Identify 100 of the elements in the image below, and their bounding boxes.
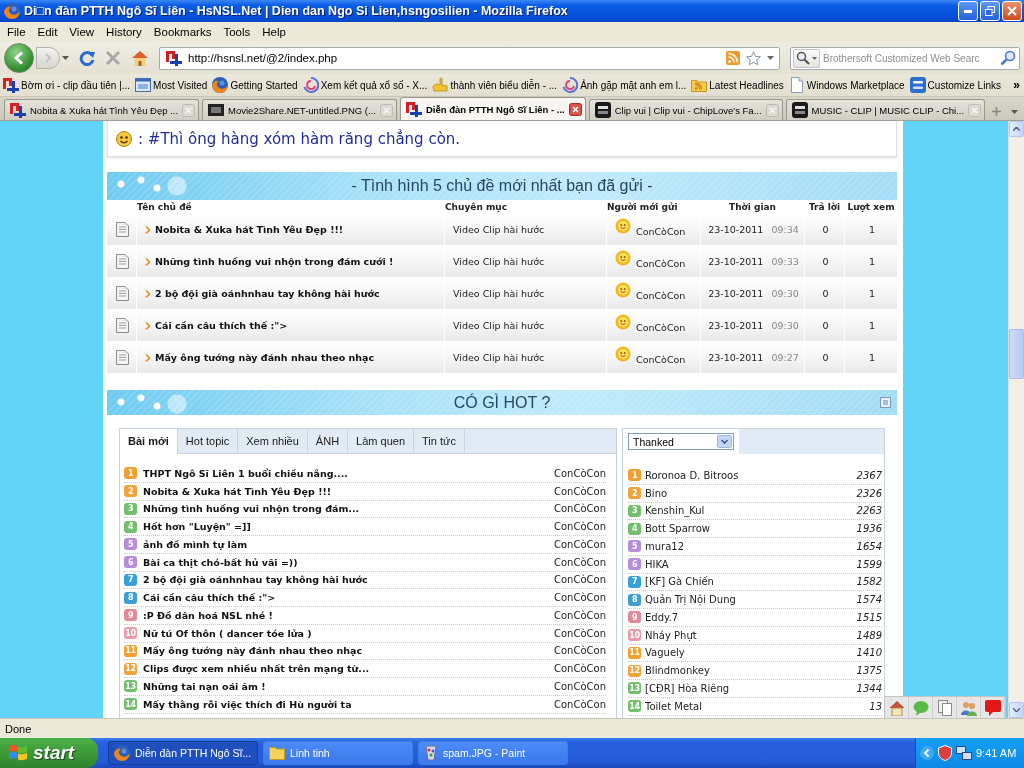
taskbar-button[interactable]: spam.JPG - Paint: [418, 741, 568, 765]
post-link[interactable]: Nobita & Xuka hát Tình Yêu Đẹp !!!: [143, 485, 332, 497]
author-link[interactable]: ConCòCon: [554, 556, 606, 568]
author-link[interactable]: ConCòCon: [554, 503, 606, 515]
browser-tab[interactable]: MUSIC - CLIP | MUSIC CLIP - Chi...: [785, 99, 986, 120]
menu-item[interactable]: History: [100, 26, 148, 38]
post-link[interactable]: Nữ tú Of thôn ( dancer tóe lửa ): [143, 627, 312, 639]
member-link[interactable]: HIKA: [645, 558, 669, 570]
bookmark-item[interactable]: Bờm ơi - clip đầu tiên |...: [3, 77, 131, 93]
scrollbar[interactable]: [1008, 121, 1024, 718]
post-link[interactable]: Cái cần câu thích thế :">: [143, 592, 276, 604]
bookmark-item[interactable]: Getting Started: [212, 77, 298, 93]
panel-tab[interactable]: Tin tức: [414, 429, 465, 453]
post-link[interactable]: Những tai nạn oái ăm !: [143, 680, 266, 692]
post-link[interactable]: Clips được xem nhiều nhất trên mạng từ...: [143, 663, 370, 675]
topic-link[interactable]: Những tình huống vui nhộn trong đám cưới !: [155, 256, 394, 267]
more-bookmarks-button[interactable]: »: [1013, 78, 1020, 92]
member-link[interactable]: Bino: [645, 487, 668, 499]
star-icon[interactable]: [746, 50, 761, 66]
author-link[interactable]: ConCòCon: [554, 485, 606, 497]
username-link[interactable]: ConCòCon: [636, 354, 686, 365]
bookmark-item[interactable]: Windows Marketplace: [788, 77, 905, 93]
network-icon[interactable]: [956, 746, 972, 760]
address-bar[interactable]: http://hsnsl.net/@2/index.php: [159, 46, 780, 70]
author-link[interactable]: ConCòCon: [554, 645, 606, 657]
scroll-down-button[interactable]: [1009, 702, 1024, 718]
menu-item[interactable]: Bookmarks: [147, 26, 218, 38]
scroll-up-button[interactable]: [1009, 121, 1024, 137]
restore-button[interactable]: [980, 1, 1000, 21]
bookmark-item[interactable]: Most Visited: [135, 77, 208, 93]
scrollbar-thumb[interactable]: [1009, 329, 1024, 379]
topic-link[interactable]: 2 bộ đội già oánhnhau tay không hài hước: [155, 288, 380, 299]
panel-tab[interactable]: Làm quen: [348, 429, 415, 453]
member-link[interactable]: Eddy.7: [645, 611, 679, 623]
topic-link[interactable]: Nobita & Xuka hát Tình Yêu Đẹp !!!: [155, 224, 344, 235]
panel-tab[interactable]: Bài mới: [120, 429, 178, 454]
chevron-left-icon[interactable]: [920, 746, 934, 760]
member-link[interactable]: Nháy Phựt: [645, 629, 697, 641]
post-link[interactable]: Bài ca thịt chó-bất hủ vãi =)): [143, 556, 298, 568]
search-bar[interactable]: Brothersoft Customized Web Searc: [790, 46, 1020, 70]
member-link[interactable]: mura12: [645, 540, 685, 552]
author-link[interactable]: ConCòCon: [554, 698, 606, 710]
frame-icon[interactable]: [880, 397, 891, 408]
post-link[interactable]: :P Đồ dân hoá NSL nhé !: [143, 609, 273, 621]
stop-icon[interactable]: [105, 50, 121, 66]
taskbar-button[interactable]: Linh tinh: [263, 741, 413, 765]
plus-icon[interactable]: [992, 107, 1001, 116]
bookmark-item[interactable]: Latest Headlines: [691, 77, 784, 93]
search-engine-button[interactable]: [793, 48, 820, 68]
member-link[interactable]: Quản Trị Nội Dung: [645, 594, 736, 606]
caret-down-icon[interactable]: [1011, 109, 1018, 114]
menu-item[interactable]: Edit: [31, 26, 64, 38]
panel-tab[interactable]: Hot topic: [177, 429, 239, 453]
author-link[interactable]: ConCòCon: [554, 663, 606, 675]
username-link[interactable]: ConCòCon: [636, 226, 686, 237]
search-field[interactable]: Brothersoft Customized Web Searc: [823, 50, 997, 66]
username-link[interactable]: ConCòCon: [636, 258, 686, 269]
post-link[interactable]: Hốt hơn "Luyện" =]]: [143, 521, 251, 533]
bookmark-item[interactable]: Xem kết quả xổ số - X...: [302, 77, 428, 93]
member-link[interactable]: Vaguely: [645, 647, 685, 659]
author-link[interactable]: ConCòCon: [554, 574, 606, 586]
browser-tab[interactable]: Nobita & Xuka hát Tình Yêu Đẹp ...: [4, 99, 200, 120]
bookmark-item[interactable]: thành viên biểu diễn - ...: [432, 77, 558, 93]
member-link[interactable]: Roronoa D. Bitroos: [645, 469, 739, 481]
back-button[interactable]: [4, 43, 34, 73]
member-link[interactable]: [KF] Gà Chiến: [645, 576, 714, 588]
member-link[interactable]: Toilet Metal: [645, 700, 702, 712]
panel-tab[interactable]: Xem nhiều: [238, 429, 308, 453]
member-link[interactable]: [CĐR] Hòa Riêng: [645, 682, 730, 694]
home-icon[interactable]: [131, 50, 149, 66]
shield-icon[interactable]: [938, 745, 952, 761]
start-button[interactable]: start: [0, 738, 98, 768]
browser-tab[interactable]: Diễn đàn PTTH Ngô Sĩ Liên - ...: [399, 97, 586, 120]
post-link[interactable]: ảnh đồ mình tự làm: [143, 538, 248, 550]
author-link[interactable]: ConCòCon: [554, 521, 606, 533]
bookmark-item[interactable]: Ảnh gặp mặt anh em l...: [562, 77, 687, 93]
author-link[interactable]: ConCòCon: [554, 467, 606, 479]
post-link[interactable]: Mấy ông tướng này đánh nhau theo nhạc: [143, 645, 363, 657]
close-icon[interactable]: [568, 102, 582, 116]
topic-link[interactable]: Cái cần câu thích thế :">: [155, 320, 288, 331]
post-link[interactable]: THPT Ngô Sĩ Liên 1 buổi chiều nắng....: [143, 467, 348, 479]
browser-tab[interactable]: Movie2Share.NET-untitled.PNG (...: [202, 99, 397, 120]
browser-tab[interactable]: Clip vui | Clip vui - ChipLove's Fa...: [588, 99, 783, 120]
topic-link[interactable]: Mấy ông tướng này đánh nhau theo nhạc: [155, 352, 375, 363]
menu-item[interactable]: Help: [256, 26, 292, 38]
menu-item[interactable]: View: [63, 26, 101, 38]
bookmark-item[interactable]: Customize Links: [909, 77, 1001, 93]
menu-item[interactable]: File: [1, 26, 32, 38]
taskbar-button[interactable]: Diễn đàn PTTH Ngô Sĩ...: [108, 741, 258, 765]
menu-item[interactable]: Tools: [217, 26, 257, 38]
member-link[interactable]: Blindmonkey: [645, 665, 710, 677]
username-link[interactable]: ConCòCon: [636, 322, 686, 333]
caret-down-icon[interactable]: [62, 56, 69, 60]
rss-icon[interactable]: [726, 51, 740, 65]
username-link[interactable]: ConCòCon: [636, 290, 686, 301]
author-link[interactable]: ConCòCon: [554, 592, 606, 604]
panel-tab[interactable]: ẢNH: [307, 429, 349, 453]
author-link[interactable]: ConCòCon: [554, 609, 606, 621]
post-link[interactable]: 2 bộ đội già oánhnhau tay không hài hước: [143, 574, 368, 586]
post-link[interactable]: Những tình huống vui nhộn trong đám...: [143, 503, 360, 515]
